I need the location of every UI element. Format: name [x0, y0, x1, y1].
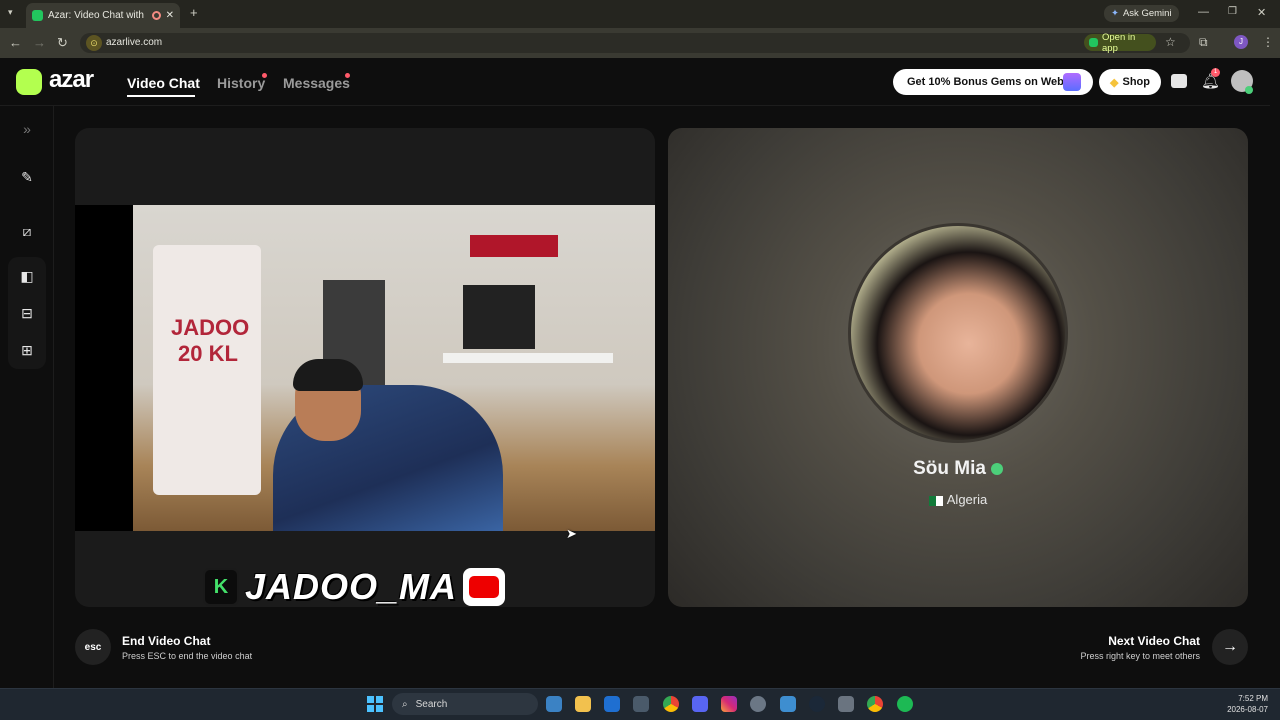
- end-video-chat-title: End Video Chat: [122, 634, 211, 648]
- restore-icon[interactable]: ❐: [1228, 6, 1237, 17]
- algeria-flag-icon: [928, 495, 943, 506]
- history-unread-dot: [262, 73, 267, 78]
- open-in-app-label: Open in app: [1102, 31, 1136, 54]
- swap-camera-icon[interactable]: ⧄: [8, 212, 46, 250]
- magic-wand-icon[interactable]: ✎: [8, 158, 46, 196]
- layout-side-by-side-icon[interactable]: ◧: [8, 257, 46, 295]
- site-info-icon[interactable]: ⊙: [86, 35, 102, 51]
- jersey-text: JADOO 20 KL: [171, 315, 250, 366]
- profile-avatar[interactable]: J: [1234, 35, 1248, 49]
- notification-count-badge: 1: [1211, 68, 1220, 77]
- partner-profile-photo: [848, 223, 1068, 443]
- kick-logo-icon: K: [203, 568, 239, 606]
- arrow-right-icon: →: [1222, 638, 1238, 655]
- active-tab-underline: [127, 95, 195, 97]
- outlook-icon[interactable]: [604, 696, 620, 712]
- new-tab-button[interactable]: +: [190, 5, 198, 20]
- online-status-icon: [1245, 86, 1253, 94]
- mouse-cursor-icon: ➤: [566, 526, 577, 541]
- desk: [443, 353, 613, 363]
- next-video-chat-hint: Press right key to meet others: [1080, 651, 1200, 661]
- forward-icon[interactable]: →: [33, 35, 46, 50]
- inbox-icon[interactable]: [1171, 74, 1187, 88]
- gemini-icon: ✦: [1111, 8, 1119, 19]
- nav-video-chat[interactable]: Video Chat: [127, 75, 200, 91]
- shop-button[interactable]: ◆ Shop: [1099, 69, 1161, 95]
- partner-country-row: Algeria: [668, 492, 1248, 507]
- gift-icon: [1063, 73, 1081, 91]
- streamer-overlay: K JADOO_MA: [203, 566, 506, 607]
- browser-tab[interactable]: Azar: Video Chat with New ✕: [26, 3, 180, 28]
- chrome-icon[interactable]: [663, 696, 679, 712]
- partner-name-row: Söu Mia: [668, 458, 1248, 480]
- layout-stacked-icon[interactable]: ⊟: [8, 294, 46, 332]
- extensions-icon[interactable]: ⧉: [1199, 35, 1208, 50]
- app-icon[interactable]: [750, 696, 766, 712]
- reload-icon[interactable]: ↻: [57, 35, 68, 51]
- clock-time: 7:52 PM: [1238, 694, 1268, 703]
- windows-start-icon[interactable]: [367, 696, 383, 712]
- launcher-icon[interactable]: [838, 696, 854, 712]
- spotify-icon[interactable]: [897, 696, 913, 712]
- app-icon: [1089, 38, 1098, 47]
- omnibox[interactable]: [80, 33, 1190, 53]
- end-video-chat-hint: Press ESC to end the video chat: [122, 651, 253, 661]
- nav-history[interactable]: History: [217, 75, 265, 91]
- bonus-gems-label: Get 10% Bonus Gems on Web!: [907, 76, 1068, 88]
- my-camera-feed: JADOO 20 KL: [75, 205, 655, 531]
- person-beanie: [293, 359, 363, 391]
- partner-country: Algeria: [946, 492, 988, 507]
- expand-sidebar-icon[interactable]: »: [8, 110, 46, 148]
- recording-icon: [151, 11, 161, 20]
- gem-icon: ◆: [1110, 76, 1119, 89]
- discord-icon[interactable]: [692, 696, 708, 712]
- instagram-icon[interactable]: [721, 696, 737, 712]
- url-text[interactable]: azarlive.com: [106, 37, 162, 48]
- close-window-icon[interactable]: ✕: [1257, 6, 1266, 19]
- partner-name: Söu Mia: [913, 458, 986, 479]
- shop-label: Shop: [1122, 76, 1150, 88]
- layout-pip-icon[interactable]: ⊞: [8, 331, 46, 369]
- streamer-handle: JADOO_MA: [245, 566, 458, 607]
- end-video-chat-button[interactable]: esc: [75, 629, 111, 665]
- wall-scarf: [470, 235, 558, 257]
- gallery-icon[interactable]: [546, 696, 562, 712]
- minimize-icon[interactable]: —: [1198, 6, 1209, 18]
- tab-title: Azar: Video Chat with New: [48, 10, 147, 21]
- chrome-active-icon[interactable]: [867, 696, 883, 712]
- tab-search-icon[interactable]: ▾: [8, 7, 13, 18]
- clock-date: 2026-08-07: [1227, 705, 1268, 714]
- open-in-app-button[interactable]: Open in app: [1084, 31, 1156, 54]
- wall-jersey: [153, 245, 261, 495]
- system-clock[interactable]: 7:52 PM 2026-08-07: [1210, 693, 1268, 715]
- taskbar-search-label: Search: [415, 698, 448, 710]
- store-icon[interactable]: [633, 696, 649, 712]
- taskbar-search[interactable]: ⌕ Search: [392, 693, 538, 715]
- ask-gemini-label: Ask Gemini: [1122, 8, 1172, 19]
- search-icon: ⌕: [402, 698, 408, 710]
- camera-background-room: JADOO 20 KL: [133, 205, 655, 531]
- partner-panel: Söu Mia Algeria: [668, 128, 1248, 607]
- browser-menu-icon[interactable]: ⋮: [1262, 35, 1274, 49]
- azar-logo-icon[interactable]: [16, 69, 42, 95]
- ask-gemini-button[interactable]: ✦ Ask Gemini: [1104, 5, 1179, 22]
- verified-icon: [990, 462, 1003, 475]
- logo-text[interactable]: azar: [49, 66, 94, 94]
- bookmark-star-icon[interactable]: ☆: [1165, 35, 1176, 49]
- youtube-logo-icon: [463, 568, 506, 606]
- steam-icon[interactable]: [809, 696, 825, 712]
- television: [463, 285, 535, 349]
- back-icon[interactable]: ←: [9, 35, 22, 50]
- nav-messages[interactable]: Messages: [283, 75, 350, 91]
- file-explorer-icon[interactable]: [575, 696, 591, 712]
- messages-unread-dot: [345, 73, 350, 78]
- close-tab-icon[interactable]: ✕: [166, 10, 174, 21]
- app-store-icon[interactable]: [780, 696, 796, 712]
- azar-favicon-icon: [32, 10, 43, 21]
- next-video-chat-button[interactable]: →: [1212, 629, 1248, 665]
- next-video-chat-title: Next Video Chat: [1108, 634, 1200, 648]
